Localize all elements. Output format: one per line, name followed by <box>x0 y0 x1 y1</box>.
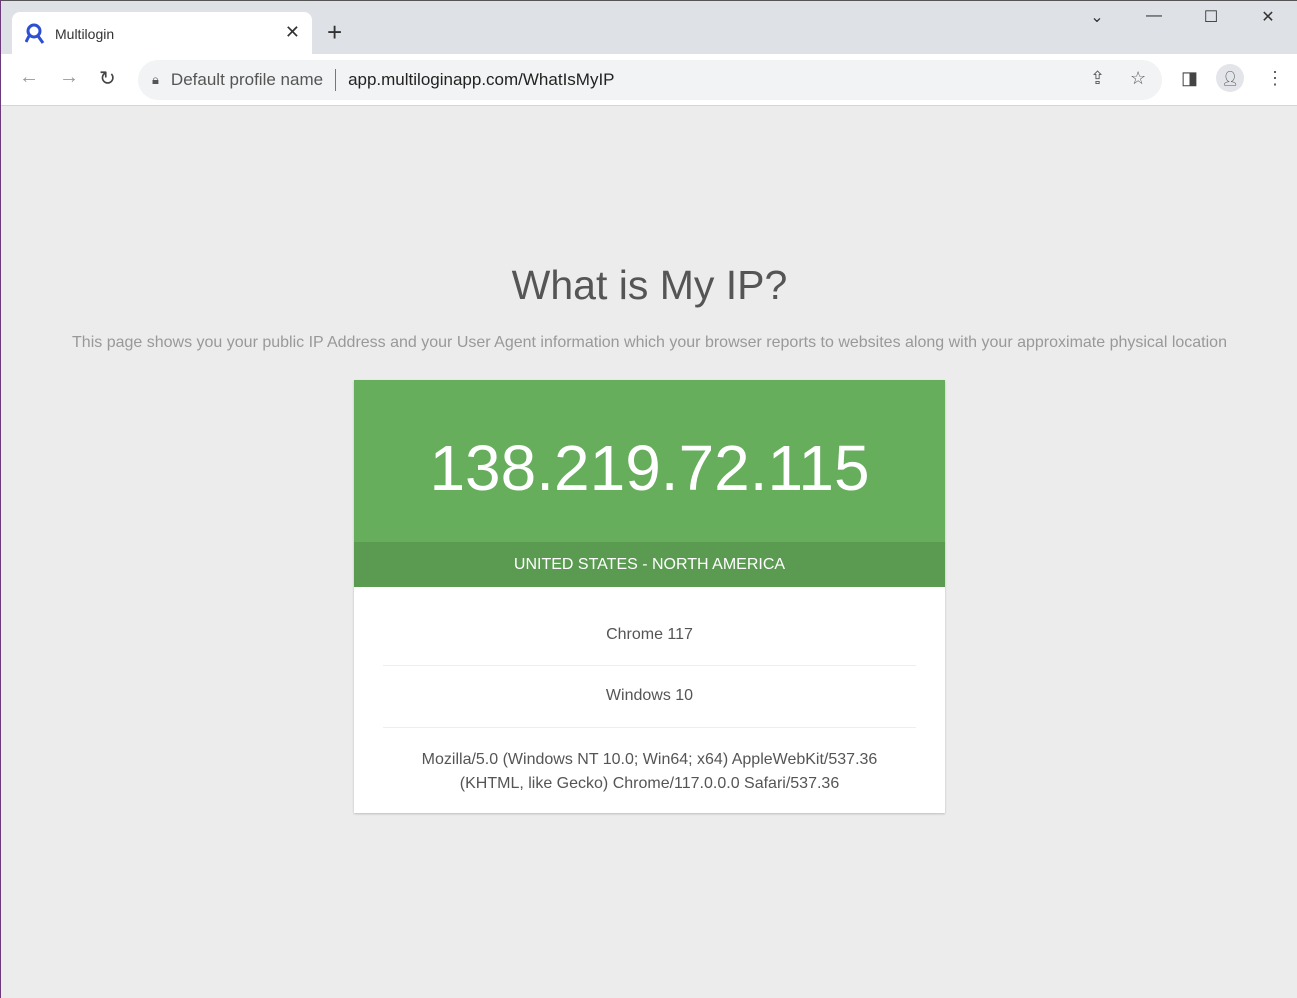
ip-address: 138.219.72.115 <box>354 380 945 542</box>
divider <box>335 69 337 91</box>
address-bar[interactable]: 🔒︎ Default profile name app.multiloginap… <box>138 60 1162 100</box>
profile-avatar-icon[interactable]: 👤︎ <box>1216 64 1244 92</box>
tab-title: Multilogin <box>55 25 115 42</box>
page-subtitle: This page shows you your public IP Addre… <box>72 334 1227 351</box>
browser-tab[interactable]: Multilogin ✕ <box>12 12 312 55</box>
close-tab-icon[interactable]: ✕ <box>285 22 300 43</box>
page-title: What is My IP? <box>511 262 788 308</box>
menu-icon[interactable]: ⋮ <box>1266 68 1284 89</box>
minimize-button[interactable]: — <box>1134 7 1174 25</box>
reload-icon[interactable]: ↻ <box>99 66 116 91</box>
forward-icon[interactable]: → <box>59 66 79 89</box>
url-text[interactable]: app.multiloginapp.com/WhatIsMyIP <box>348 70 614 90</box>
ip-card: 138.219.72.115 UNITED STATES - NORTH AME… <box>354 380 945 813</box>
close-window-button[interactable]: ✕ <box>1248 7 1288 27</box>
user-agent: Mozilla/5.0 (Windows NT 10.0; Win64; x64… <box>421 751 878 792</box>
side-panel-icon[interactable]: ◨ <box>1181 68 1198 89</box>
profile-name: Default profile name <box>170 70 324 89</box>
lock-icon: 🔒︎ <box>152 72 159 87</box>
back-icon[interactable]: ← <box>19 66 39 89</box>
tab-bar: Multilogin ✕ + ⌄ — ☐ ✕ <box>1 0 1297 55</box>
toolbar: ← → ↻ 🔒︎ Default profile name app.multil… <box>1 54 1297 106</box>
browser-info: Chrome 117 <box>383 587 916 666</box>
tab-search-icon[interactable]: ⌄ <box>1077 7 1117 27</box>
os-info: Windows 10 <box>383 666 916 728</box>
maximize-button[interactable]: ☐ <box>1191 7 1231 27</box>
new-tab-button[interactable]: + <box>327 17 342 47</box>
multilogin-logo-icon <box>25 23 45 44</box>
location: UNITED STATES - NORTH AMERICA <box>354 542 945 587</box>
bookmark-star-icon[interactable]: ☆ <box>1130 68 1146 89</box>
share-icon[interactable]: ⇪ <box>1090 68 1105 89</box>
